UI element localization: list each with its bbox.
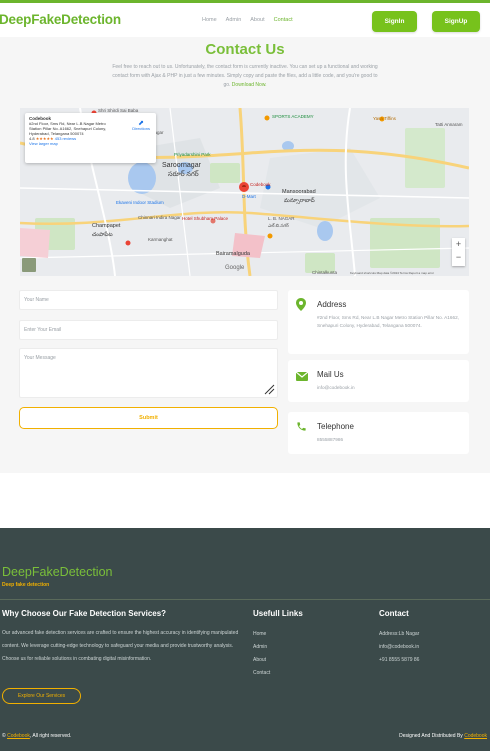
map-label: L. B. NAGAR <box>268 216 295 221</box>
footer-contact-email[interactable]: info@codebook.in <box>379 641 419 654</box>
map-label: Ekaveni Indoor Stadium <box>116 200 164 205</box>
brand-logo[interactable]: DeepFakeDetection <box>0 12 121 27</box>
why-choose-text: Our advanced fake detection services are… <box>2 630 239 662</box>
footer-divider <box>0 599 490 600</box>
address-value: #2nd Floor, Sms Rd, Near L.B Nagar Metro… <box>317 315 459 328</box>
designed-by-text: Designed And Distributed By <box>399 733 463 739</box>
map-marker-label: Codebook <box>250 182 271 187</box>
address-label: Address <box>317 300 347 309</box>
map-label: Mansoorabad <box>282 189 316 195</box>
place-address: #2nd Floor, Sms Rd, Near L.B Nagar Metro… <box>29 121 107 136</box>
map-label: సరూర్ నగర్ <box>168 171 199 178</box>
nav-link-contact[interactable]: Contact <box>274 17 293 23</box>
nav-link-admin[interactable]: Admin <box>226 17 242 23</box>
map-label: Champapet <box>92 223 121 229</box>
embedded-map[interactable]: Shri Shirdi Sai Baba Laxmi Nagar SPORTS … <box>20 108 469 276</box>
name-input[interactable]: Your Name <box>19 290 278 310</box>
signin-button[interactable]: SignIn <box>372 11 417 32</box>
email-input[interactable]: Enter Your Email <box>19 320 278 340</box>
designed-by-brand-link[interactable]: Codebook <box>464 733 487 739</box>
view-larger-map-link[interactable]: View larger map <box>29 141 152 146</box>
footer-brand[interactable]: DeepFakeDetection <box>2 565 112 579</box>
map-label: Priyadarshini Park <box>174 152 211 157</box>
telephone-value[interactable]: 8555887986 <box>317 436 462 444</box>
nav-link-about[interactable]: About <box>250 17 264 23</box>
download-link[interactable]: Download Now. <box>232 82 267 88</box>
mail-value[interactable]: info@codebook.in <box>317 384 462 392</box>
signup-button[interactable]: SignUp <box>432 11 480 32</box>
map-label: మన్సూరాబాద్ <box>284 198 315 204</box>
footer-link-admin[interactable]: Admin <box>253 641 270 654</box>
contact-description: Feel free to reach out to us. Unfortunat… <box>110 63 380 90</box>
map-label: SPORTS ACADEMY <box>272 114 314 119</box>
footer-contact-list: Address:Lb Nagar info@codebook.in +91 85… <box>379 628 419 667</box>
footer: DeepFakeDetection Deep fake detection Wh… <box>0 528 490 751</box>
map-label: ఎల్.బి.నగర్ <box>268 223 289 228</box>
copyright-icon: © <box>2 733 6 739</box>
directions-button[interactable]: ⬈ Directions <box>132 120 150 131</box>
envelope-icon <box>296 372 308 381</box>
telephone-label: Telephone <box>317 422 354 431</box>
zoom-in-button[interactable]: + <box>452 238 465 251</box>
footer-contact-address: Address:Lb Nagar <box>379 631 420 637</box>
map-zoom-controls: + − <box>452 238 465 266</box>
map-label: Saroornagar <box>162 162 201 169</box>
zoom-out-button[interactable]: − <box>452 251 465 264</box>
footer-tagline: Deep fake detection <box>2 582 50 588</box>
map-label: చంపాపేట <box>92 232 113 238</box>
footer-link-contact[interactable]: Contact <box>253 667 270 680</box>
useful-links-title: Usefull Links <box>253 609 303 618</box>
map-attribution[interactable]: Keyboard shortcuts Map data ©2024 Terms … <box>350 271 434 275</box>
mail-card: Mail Us info@codebook.in <box>288 360 469 402</box>
map-label: Chinnari Indira Nagar <box>138 215 181 220</box>
map-label: Hotel Shubham Palace <box>182 216 229 221</box>
map-label: Yasa Tiffins <box>373 116 396 121</box>
copyright-brand-link[interactable]: Codebook <box>7 733 30 739</box>
map-label: Tatti Annaram <box>435 122 463 127</box>
map-label: Karmanghat <box>148 237 173 242</box>
address-card: Address #2nd Floor, Sms Rd, Near L.B Nag… <box>288 290 469 354</box>
map-place-card: Codebook #2nd Floor, Sms Rd, Near L.B Na… <box>25 113 156 163</box>
directions-label: Directions <box>132 126 150 131</box>
phone-icon <box>297 422 306 431</box>
mail-label: Mail Us <box>317 370 344 379</box>
copyright-text: , All right reserved. <box>29 733 72 739</box>
navbar: DeepFakeDetection Home Admin About Conta… <box>0 3 490 37</box>
telephone-card: Telephone 8555887986 <box>288 412 469 454</box>
location-pin-icon <box>296 298 306 311</box>
nav-links: Home Admin About Contact <box>202 17 293 23</box>
contact-section: Contact Us Feel free to reach out to us.… <box>0 37 490 473</box>
map-label: Chintalkunta <box>312 270 338 275</box>
designed-by: Designed And Distributed By Codebook <box>399 733 487 739</box>
nav-link-home[interactable]: Home <box>202 17 217 23</box>
footer-link-home[interactable]: Home <box>253 628 270 641</box>
message-textarea[interactable]: Your Message <box>19 348 278 398</box>
message-placeholder: Your Message <box>24 355 56 361</box>
footer-contact-phone[interactable]: +91 8555 5879 86 <box>379 654 419 667</box>
footer-link-about[interactable]: About <box>253 654 270 667</box>
google-logo: Google <box>225 265 245 271</box>
map-label: Bairamalguda <box>216 251 250 257</box>
submit-button[interactable]: Submit <box>19 407 278 429</box>
copyright: © Codebook, All right reserved. <box>2 733 71 739</box>
contact-title: Contact Us <box>205 41 285 58</box>
footer-contact-title: Contact <box>379 609 409 618</box>
useful-links-list: Home Admin About Contact <box>253 628 270 680</box>
explore-services-button[interactable]: Explore Our Services <box>2 688 81 704</box>
map-label: D-Mart <box>242 194 256 199</box>
why-choose-title: Why Choose Our Fake Detection Services? <box>2 609 167 618</box>
resize-handle-icon[interactable] <box>263 383 275 395</box>
